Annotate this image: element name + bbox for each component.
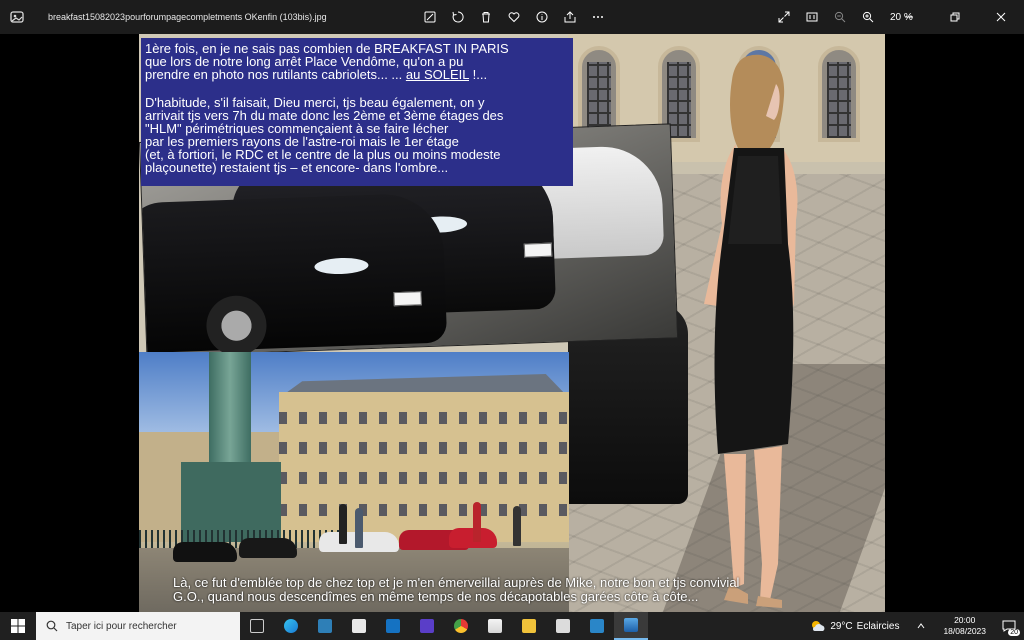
taskbar-app[interactable] <box>308 612 342 640</box>
system-tray: 29°C Eclaircies 20:00 18/08/2023 20 <box>810 612 1024 640</box>
partly-sunny-icon <box>812 621 825 631</box>
store-icon <box>488 619 502 633</box>
weather-widget[interactable]: 29°C Eclaircies <box>810 619 899 633</box>
edge-icon <box>284 619 298 633</box>
small-car <box>173 542 237 562</box>
more-options-button[interactable] <box>584 0 612 34</box>
delete-button[interactable] <box>472 0 500 34</box>
minimize-icon <box>905 16 913 18</box>
search-placeholder: Taper ici pour rechercher <box>66 620 177 632</box>
close-button[interactable] <box>978 0 1024 34</box>
edit-image-button[interactable] <box>416 0 444 34</box>
app-icon <box>420 619 434 633</box>
taskbar-mail[interactable] <box>376 612 410 640</box>
image-viewer[interactable]: 1ère fois, en je ne sais pas combien de … <box>0 34 1024 612</box>
rotate-button[interactable] <box>444 0 472 34</box>
show-hidden-icons-button[interactable] <box>913 623 929 629</box>
windows-logo-icon <box>11 619 25 633</box>
notification-center-button[interactable]: 20 <box>994 612 1024 640</box>
person <box>473 502 481 542</box>
caption-line: Là, ce fut d'emblée top de chez top et j… <box>173 575 740 590</box>
fullscreen-button[interactable] <box>770 0 798 34</box>
small-car <box>239 538 297 558</box>
title-bar: breakfast15082023pourforumpagecompletmen… <box>0 0 1024 34</box>
actual-size-button[interactable] <box>798 0 826 34</box>
person <box>513 506 521 546</box>
zoom-out-icon <box>834 11 846 23</box>
person <box>355 508 363 548</box>
minimize-button[interactable] <box>886 0 932 34</box>
photos-icon <box>624 618 638 632</box>
window-controls <box>886 0 1024 34</box>
caption-line: plaçounette) restaient tjs – et encore- … <box>145 160 449 175</box>
trash-icon <box>482 12 490 23</box>
app-icon <box>318 619 332 633</box>
taskbar-store[interactable] <box>478 612 512 640</box>
window-title: breakfast15082023pourforumpagecompletmen… <box>48 12 327 22</box>
taskbar-chrome[interactable] <box>444 612 478 640</box>
clock-time: 20:00 <box>954 615 976 625</box>
chrome-icon <box>454 619 468 633</box>
taskbar-explorer[interactable] <box>512 612 546 640</box>
caption-line: prendre en photo nos rutilants cabriolet… <box>145 67 488 82</box>
taskbar-app[interactable] <box>342 612 376 640</box>
start-button[interactable] <box>0 612 36 640</box>
taskbar: Taper ici pour rechercher 29°C Eclaircie… <box>0 612 1024 640</box>
photos-app-icon <box>0 0 34 34</box>
woman-figure <box>704 54 798 608</box>
zoom-out-button[interactable] <box>826 0 854 34</box>
document-icon <box>556 619 570 633</box>
taskbar-edge[interactable] <box>274 612 308 640</box>
share-icon <box>564 11 576 23</box>
building-facade <box>279 392 569 542</box>
expand-icon <box>778 11 790 23</box>
caption-top: 1ère fois, en je ne sais pas combien de … <box>141 38 573 186</box>
restore-icon <box>950 12 960 22</box>
heart-icon <box>508 12 520 23</box>
black-convertible <box>139 192 448 357</box>
photo-place-vendome-panel <box>139 352 569 612</box>
favorite-button[interactable] <box>500 0 528 34</box>
folder-icon <box>522 619 536 633</box>
caption-line: G.O., quand nous descendîmes en même tem… <box>173 589 699 604</box>
app-icon <box>590 619 604 633</box>
search-icon <box>46 620 58 632</box>
toolbar <box>416 0 612 34</box>
actual-size-icon <box>806 12 818 22</box>
caption-bottom: Là, ce fut d'emblée top de chez top et j… <box>173 576 853 604</box>
taskbar-task-view[interactable] <box>240 612 274 640</box>
taskbar-photos[interactable] <box>614 612 648 640</box>
person <box>339 504 347 544</box>
clock[interactable]: 20:00 18/08/2023 <box>943 615 986 637</box>
weather-temperature: 29°C <box>830 620 853 632</box>
weather-condition: Eclaircies <box>856 620 900 632</box>
taskbar-app[interactable] <box>410 612 444 640</box>
notepad-icon <box>352 619 366 633</box>
maximize-button[interactable] <box>932 0 978 34</box>
ellipsis-icon <box>593 16 603 18</box>
displayed-photo: 1ère fois, en je ne sais pas combien de … <box>139 34 885 612</box>
share-button[interactable] <box>556 0 584 34</box>
taskbar-search[interactable]: Taper ici pour rechercher <box>36 612 240 640</box>
zoom-in-button[interactable] <box>854 0 882 34</box>
zoom-in-icon <box>862 11 874 23</box>
chevron-up-icon <box>918 623 925 629</box>
edit-icon <box>424 11 436 23</box>
mail-icon <box>386 619 400 633</box>
task-view-icon <box>250 619 264 633</box>
info-icon <box>536 11 548 23</box>
taskbar-app[interactable] <box>580 612 614 640</box>
close-icon <box>996 12 1006 22</box>
notification-count: 20 <box>1008 629 1020 636</box>
clock-date: 18/08/2023 <box>943 626 986 636</box>
taskbar-app[interactable] <box>546 612 580 640</box>
rotate-icon <box>452 11 464 23</box>
info-button[interactable] <box>528 0 556 34</box>
